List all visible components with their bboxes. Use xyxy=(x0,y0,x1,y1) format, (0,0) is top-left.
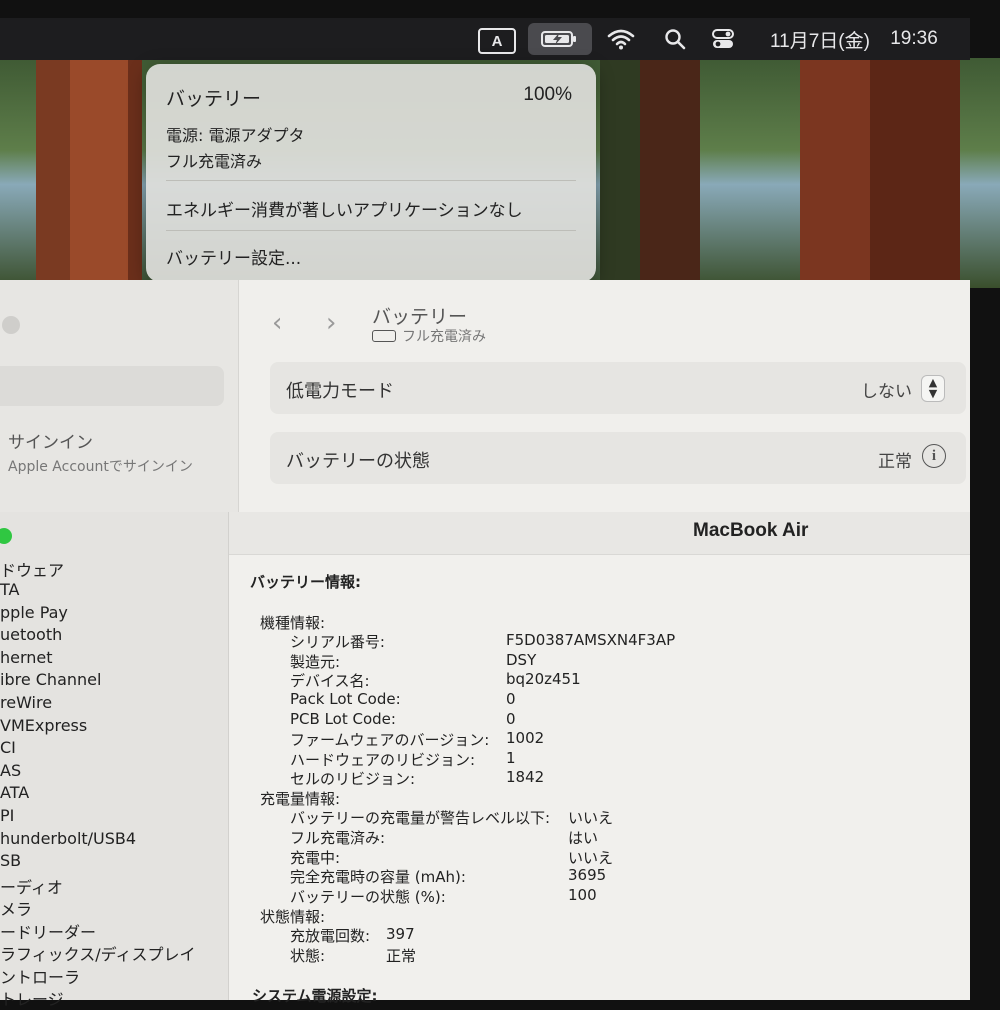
settings-search-field[interactable] xyxy=(0,366,224,406)
sidebar-item[interactable]: uetooth xyxy=(0,625,62,644)
info-key: 状態: xyxy=(290,947,326,965)
power-source-label: 電源: 電源アダプタ xyxy=(166,126,305,145)
sidebar-item[interactable]: PI xyxy=(0,806,14,825)
battery-health-row: バッテリーの状態 正常 i xyxy=(270,432,966,484)
info-value: F5D0387AMSXN4F3AP xyxy=(506,631,676,649)
battery-charging-icon xyxy=(541,31,576,47)
battery-health-value: 正常 xyxy=(878,452,912,472)
sysinfo-titlebar xyxy=(229,512,970,555)
info-key: Pack Lot Code: xyxy=(290,690,401,708)
info-value: 1842 xyxy=(506,768,545,786)
system-information-window: ドウェア TA pple Pay uetooth hernet ibre Cha… xyxy=(0,512,970,1009)
sidebar-item[interactable]: CI xyxy=(0,738,16,757)
sidebar-item[interactable]: SB xyxy=(0,851,21,870)
menu-bar: A 11月7日(金) 19:36 xyxy=(0,18,970,60)
sidebar-item[interactable]: ーディオ xyxy=(0,874,63,898)
menubar-date[interactable]: 11月7日(金) xyxy=(760,24,880,54)
sidebar-item[interactable]: ードリーダー xyxy=(0,919,96,943)
info-value: いいえ xyxy=(568,809,614,827)
info-key: 完全充電時の容量 (mAh): xyxy=(290,868,466,886)
info-key: フル充電済み: xyxy=(290,829,386,847)
sidebar-item[interactable]: VMExpress xyxy=(0,716,87,735)
charge-state-label: フル充電済み xyxy=(166,152,263,171)
info-key: PCB Lot Code: xyxy=(290,710,396,728)
info-key: シリアル番号: xyxy=(290,633,385,651)
info-key: ファームウェアのバージョン: xyxy=(290,731,490,749)
info-value: bq20z451 xyxy=(506,670,581,688)
menu-divider xyxy=(166,180,576,181)
sidebar-item[interactable]: トレージ xyxy=(0,986,64,1010)
battery-menu-title: バッテリー xyxy=(166,88,262,110)
sidebar-item[interactable]: AS xyxy=(0,761,21,780)
info-icon[interactable]: i xyxy=(922,444,946,468)
info-key: 充電中: xyxy=(290,849,341,867)
sidebar-item[interactable]: メラ xyxy=(0,896,32,920)
status-info-header: 状態情報: xyxy=(260,908,326,926)
battery-health-label: バッテリーの状態 xyxy=(286,451,430,472)
sidebar-item[interactable]: hunderbolt/USB4 xyxy=(0,829,136,848)
battery-charging-icon xyxy=(372,330,396,342)
sidebar-item[interactable]: ントローラ xyxy=(0,964,80,988)
info-value: 397 xyxy=(386,925,415,943)
info-value: 3695 xyxy=(568,866,607,884)
sidebar-item[interactable]: ラフィックス/ディスプレイ xyxy=(0,941,195,965)
info-value: いいえ xyxy=(568,849,614,867)
info-value: 0 xyxy=(506,710,516,728)
sysinfo-sidebar: ドウェア TA pple Pay uetooth hernet ibre Cha… xyxy=(0,512,229,1009)
search-icon[interactable] xyxy=(660,24,690,54)
signin-title[interactable]: サインイン xyxy=(8,428,93,453)
info-key: バッテリーの充電量が警告レベル以下: xyxy=(290,809,551,827)
info-key: 製造元: xyxy=(290,653,341,671)
input-source-indicator[interactable]: A xyxy=(478,28,516,54)
info-key: 充放電回数: xyxy=(290,927,371,945)
signin-subtitle[interactable]: Apple Accountでサインイン xyxy=(8,456,208,478)
sidebar-item[interactable]: ibre Channel xyxy=(0,670,101,689)
window-zoom-button[interactable] xyxy=(0,528,12,544)
energy-usage-note: エネルギー消費が著しいアプリケーションなし xyxy=(166,201,523,221)
low-power-mode-label: 低電力モード xyxy=(286,381,394,402)
info-key: セルのリビジョン: xyxy=(290,770,416,788)
info-value: はい xyxy=(568,829,599,847)
settings-sidebar: サインイン Apple Accountでサインイン xyxy=(0,280,239,512)
battery-menu-button[interactable] xyxy=(528,23,592,55)
battery-percentage: 100% xyxy=(523,84,572,105)
back-button[interactable]: ‹ xyxy=(272,308,282,338)
section-title: バッテリー情報: xyxy=(250,573,361,591)
battery-status-menu: バッテリー 100% 電源: 電源アダプタ フル充電済み エネルギー消費が著しい… xyxy=(146,64,596,282)
sidebar-item[interactable]: hernet xyxy=(0,648,53,667)
info-value: 100 xyxy=(568,886,597,904)
sidebar-item[interactable]: ATA xyxy=(0,783,29,802)
control-center-icon[interactable] xyxy=(706,24,740,54)
next-section-title: システム電源設定: xyxy=(252,987,378,1005)
wifi-icon[interactable] xyxy=(604,24,638,54)
info-key: ハードウェアのリビジョン: xyxy=(290,751,476,769)
pane-subtitle: フル充電済み xyxy=(372,326,486,346)
menubar-clock[interactable]: 19:36 xyxy=(884,24,944,54)
system-settings-window: サインイン Apple Accountでサインイン ‹ › バッテリー フル充電… xyxy=(0,280,970,512)
window-control-button[interactable] xyxy=(2,316,20,334)
info-value: 1002 xyxy=(506,729,545,747)
battery-settings-menu-item[interactable]: バッテリー設定... xyxy=(166,244,301,269)
pane-title: バッテリー xyxy=(372,306,468,328)
model-info-header: 機種情報: xyxy=(260,614,326,632)
charge-info-header: 充電量情報: xyxy=(260,790,341,808)
sidebar-item[interactable]: reWire xyxy=(0,693,52,712)
battery-info-panel: バッテリー情報: 機種情報: シリアル番号: F5D0387AMSXN4F3AP… xyxy=(229,555,970,1005)
info-value: 1 xyxy=(506,749,516,767)
sidebar-item[interactable]: TA xyxy=(0,580,19,599)
chevron-up-down-icon[interactable]: ▲ ▼ xyxy=(922,376,944,401)
pane-subtitle-text: フル充電済み xyxy=(402,329,486,345)
sidebar-item[interactable]: pple Pay xyxy=(0,603,68,622)
window-title: MacBook Air xyxy=(693,520,809,541)
info-key: デバイス名: xyxy=(290,672,370,690)
forward-button[interactable]: › xyxy=(326,308,336,338)
low-power-mode-row: 低電力モード しない ▲ ▼ xyxy=(270,362,966,414)
low-power-mode-value[interactable]: しない xyxy=(861,377,912,402)
info-value: DSY xyxy=(506,651,537,669)
info-value: 0 xyxy=(506,690,516,708)
info-value: 正常 xyxy=(386,947,417,965)
sidebar-item[interactable]: ドウェア xyxy=(0,557,64,581)
info-key: バッテリーの状態 (%): xyxy=(290,888,446,906)
menu-divider xyxy=(166,230,576,231)
